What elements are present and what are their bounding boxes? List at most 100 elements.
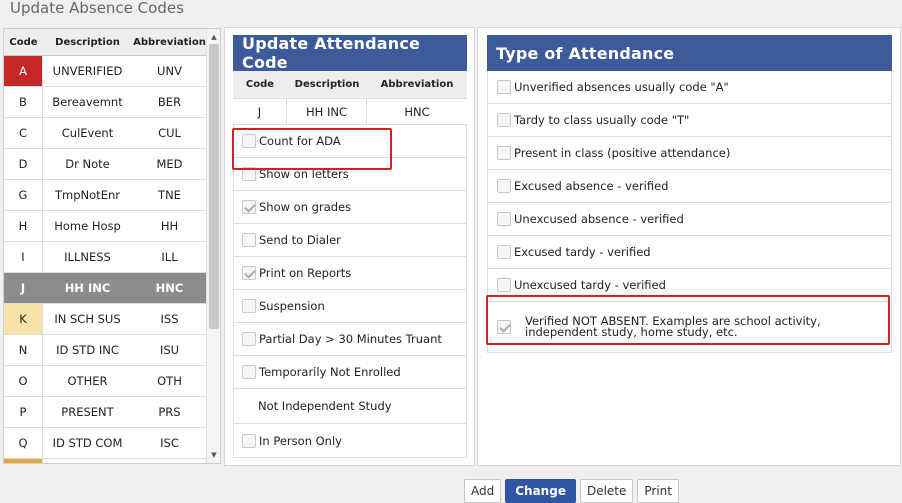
update-attendance-title: Update Attendance Code (233, 34, 467, 72)
record-code[interactable]: J (233, 99, 287, 124)
unexcused-tardy-checkbox[interactable] (497, 278, 511, 292)
suspension-option[interactable]: Suspension (234, 290, 466, 323)
attendance-header-row: Code Description Abbreviation (233, 71, 467, 99)
excused-tardy-checkbox[interactable] (497, 245, 511, 259)
verified-not-absent-checkbox[interactable] (497, 320, 511, 334)
in-person-only-label: In Person Only (259, 433, 342, 448)
table-row[interactable]: H Home Hosp HH (4, 211, 207, 242)
table-row[interactable]: G TmpNotEnr TNE (4, 180, 207, 211)
print-on-reports-checkbox[interactable] (242, 266, 256, 280)
temporarily-not-enrolled-option[interactable]: Temporarily Not Enrolled (234, 356, 466, 389)
type-of-attendance-title: Type of Attendance (487, 35, 892, 71)
description-cell: Dr Note (65, 157, 110, 171)
scroll-up-icon[interactable]: ▲ (207, 31, 220, 43)
show-on-grades-option[interactable]: Show on grades (234, 191, 466, 224)
code-cell: C (4, 118, 43, 148)
table-row[interactable]: P PRESENT PRS (4, 397, 207, 428)
record-abbreviation[interactable]: HNC (367, 99, 467, 124)
description-cell: ID STD COM (52, 436, 123, 450)
table-row[interactable]: Q ID STD COM ISC (4, 428, 207, 459)
present-in-class-label: Present in class (positive attendance) (514, 146, 731, 160)
header-code: Code (9, 36, 38, 48)
code-cell: A (4, 56, 43, 86)
description-cell: Bereavemnt (52, 95, 123, 109)
excused-absence-checkbox[interactable] (497, 179, 511, 193)
in-person-only-option[interactable]: In Person Only (234, 424, 466, 457)
excused-absence-option[interactable]: Excused absence - verified (488, 170, 891, 203)
scroll-thumb[interactable] (209, 44, 219, 329)
abbreviation-cell: OTH (157, 374, 182, 388)
abbreviation-cell: ISS (160, 312, 179, 326)
code-cell: B (4, 87, 43, 117)
attendance-options: Count for ADA Show on letters Show on grad… (233, 125, 467, 458)
type-of-attendance-panel: Type of Attendance Unverified absences u… (477, 27, 901, 466)
table-row[interactable]: N ID STD INC ISU (4, 335, 207, 366)
tardy-to-class-option[interactable]: Tardy to class usually code "T" (488, 104, 891, 137)
table-row[interactable]: C CulEvent CUL (4, 118, 207, 149)
description-cell: HH INC (64, 281, 111, 295)
unexcused-absence-option[interactable]: Unexcused absence - verified (488, 203, 891, 236)
unexcused-absence-checkbox[interactable] (497, 212, 511, 226)
abbreviation-cell: ISU (159, 343, 180, 357)
change-button[interactable]: Change (505, 479, 576, 503)
verified-not-absent-label: Verified NOT ABSENT. Examples are school… (525, 314, 821, 339)
tardy-to-class-checkbox[interactable] (497, 113, 511, 127)
table-row[interactable]: B Bereavemnt BER (4, 87, 207, 118)
delete-button[interactable]: Delete (579, 479, 634, 503)
description-cell: Home Hosp (54, 219, 121, 233)
count-for-ada-checkbox[interactable] (242, 134, 256, 148)
abbreviation-cell: CUL (158, 126, 181, 140)
scroll-down-icon[interactable]: ▼ (207, 449, 220, 461)
unexcused-absence-label: Unexcused absence - verified (514, 212, 684, 226)
abbreviation-cell: HNC (155, 281, 184, 295)
suspension-checkbox[interactable] (242, 299, 256, 313)
partial-day-truant-checkbox[interactable] (242, 332, 256, 346)
record-description[interactable]: HH INC (287, 99, 367, 124)
partial-day-truant-option[interactable]: Partial Day > 30 Minutes Truant (234, 323, 466, 356)
description-cell: UNVERIFIED (52, 64, 123, 78)
in-person-only-checkbox[interactable] (242, 433, 256, 448)
unverified-absences-label: Unverified absences usually code "A" (514, 80, 729, 94)
header-description: Description (55, 36, 120, 48)
send-to-dialer-option[interactable]: Send to Dialer (234, 224, 466, 257)
excused-tardy-label: Excused tardy - verified (514, 245, 651, 259)
send-to-dialer-checkbox[interactable] (242, 233, 256, 247)
table-row[interactable]: K IN SCH SUS ISS (4, 304, 207, 335)
show-on-letters-checkbox[interactable] (242, 167, 256, 181)
update-attendance-panel: Update Attendance Code Code Description … (224, 27, 475, 466)
codes-scrollbar[interactable]: ▲ ▼ (206, 29, 220, 463)
abbreviation-cell: MED (156, 157, 183, 171)
unexcused-tardy-option[interactable]: Unexcused tardy - verified (488, 269, 891, 302)
send-to-dialer-label: Send to Dialer (259, 233, 341, 247)
count-for-ada-option[interactable]: Count for ADA (234, 125, 466, 158)
table-row-partial[interactable] (4, 459, 207, 463)
table-row[interactable]: A UNVERIFIED UNV (4, 56, 207, 87)
print-on-reports-option[interactable]: Print on Reports (234, 257, 466, 290)
unverified-absences-option[interactable]: Unverified absences usually code "A" (488, 71, 891, 104)
show-on-grades-checkbox[interactable] (242, 200, 256, 214)
table-row[interactable]: D Dr Note MED (4, 149, 207, 180)
show-on-letters-option[interactable]: Show on letters (234, 158, 466, 191)
table-row[interactable]: I ILLNESS ILL (4, 242, 207, 273)
absence-codes-table: Code Description Abbreviation A UNVERIFIE… (4, 29, 207, 463)
code-cell: P (4, 397, 43, 427)
excused-absence-label: Excused absence - verified (514, 179, 669, 193)
description-cell: PRESENT (61, 405, 114, 419)
table-row[interactable]: O OTHER OTH (4, 366, 207, 397)
att-header-code: Code (245, 79, 275, 90)
unverified-absences-checkbox[interactable] (497, 80, 511, 94)
show-on-letters-label: Show on letters (259, 167, 349, 181)
verified-not-absent-option[interactable]: Verified NOT ABSENT. Examples are school… (488, 302, 891, 352)
table-row[interactable]: J HH INC HNC (4, 273, 207, 304)
att-header-abbreviation: Abbreviation (380, 79, 454, 90)
not-independent-study-option: Not Independent Study (234, 389, 466, 424)
show-on-grades-label: Show on grades (259, 200, 352, 214)
present-in-class-option[interactable]: Present in class (positive attendance) (488, 137, 891, 170)
temporarily-not-enrolled-checkbox[interactable] (242, 365, 256, 379)
print-button[interactable]: Print (637, 479, 679, 503)
add-button[interactable]: Add (464, 479, 502, 503)
unexcused-tardy-label: Unexcused tardy - verified (514, 278, 666, 292)
present-in-class-checkbox[interactable] (497, 146, 511, 160)
abbreviation-cell: ILL (161, 250, 178, 264)
excused-tardy-option[interactable]: Excused tardy - verified (488, 236, 891, 269)
